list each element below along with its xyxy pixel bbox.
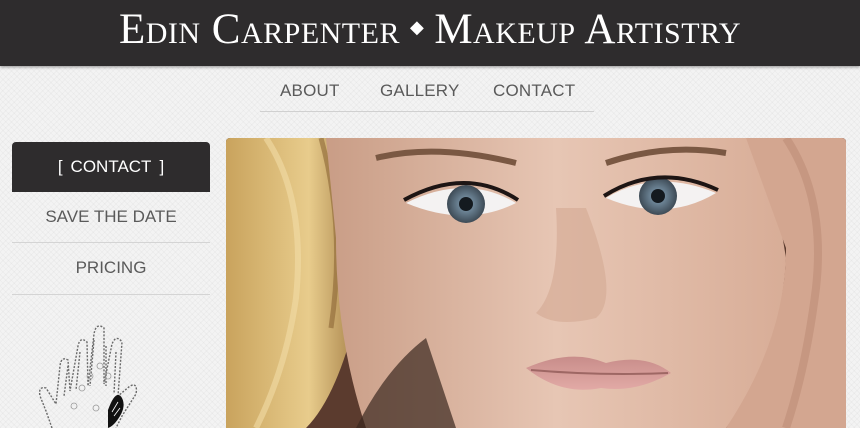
sidebar-item-save-the-date[interactable]: SAVE THE DATE [12, 192, 210, 243]
title-name: Edin Carpenter [118, 6, 400, 53]
sidebar-item-label: CONTACT [70, 157, 152, 176]
diamond-separator-icon: ◆ [409, 17, 425, 38]
nav-contact-link[interactable]: CONTACT [493, 81, 575, 101]
sidebar-item-contact[interactable]: [ CONTACT] [12, 142, 210, 192]
nav-gallery-link[interactable]: GALLERY [380, 81, 460, 101]
hero-portrait-image [226, 138, 846, 428]
lace-hand-icon [30, 316, 170, 428]
title-tagline: Makeup Artistry [434, 6, 742, 53]
sidebar-menu: [ CONTACT] SAVE THE DATE PRICING [12, 142, 210, 295]
site-header: Edin Carpenter ◆ Makeup Artistry [0, 0, 860, 66]
sidebar-item-pricing[interactable]: PRICING [12, 243, 210, 295]
site-title[interactable]: Edin Carpenter ◆ Makeup Artistry [0, 8, 860, 55]
sidebar-item-label: PRICING [75, 258, 147, 277]
sidebar-item-label: SAVE THE DATE [45, 207, 177, 226]
bracket-left: [ [57, 157, 63, 176]
nav-about-link[interactable]: ABOUT [280, 81, 340, 101]
bracket-right: ] [159, 157, 165, 176]
top-navigation: ABOUT GALLERY CONTACT [260, 66, 594, 112]
